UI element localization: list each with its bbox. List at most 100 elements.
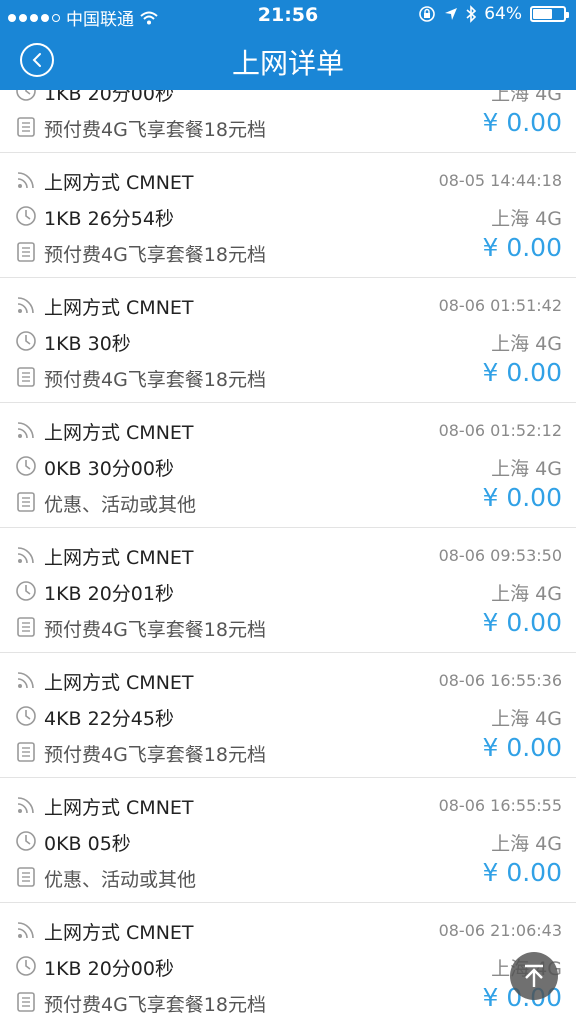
signal-feed-icon — [17, 422, 34, 439]
record-price: ¥ 0.00 — [482, 233, 562, 262]
record-plan: 预付费4G飞享套餐18元档 — [44, 744, 266, 766]
record-row-method: 上网方式 CMNET 08-06 21:06:43 — [0, 913, 576, 949]
record-plan: 预付费4G飞享套餐18元档 — [44, 619, 266, 641]
record-duration: 0KB 05秒 — [44, 833, 131, 855]
record-price: ¥ 0.00 — [482, 608, 562, 637]
record-plan: 优惠、活动或其他 — [44, 494, 197, 516]
record-row-plan: 优惠、活动或其他 ¥ 0.00 — [0, 858, 576, 896]
scroll-to-top-button[interactable] — [510, 952, 558, 1000]
record-method: 上网方式 CMNET — [44, 797, 194, 819]
battery-icon — [530, 6, 569, 22]
record-location: 上海 4G — [491, 708, 562, 730]
record-datetime: 08-06 16:55:55 — [438, 796, 562, 815]
record-duration: 1KB 20分00秒 — [44, 90, 174, 105]
record-datetime: 08-06 01:52:12 — [438, 421, 562, 440]
record-plan: 预付费4G飞享套餐18元档 — [44, 994, 266, 1016]
record-row-method: 上网方式 CMNET 08-06 16:55:55 — [0, 788, 576, 824]
list-icon — [17, 367, 35, 387]
record-row-plan: 预付费4G飞享套餐18元档 ¥ 0.00 — [0, 358, 576, 396]
record-location: 上海 4G — [491, 90, 562, 105]
record-method: 上网方式 CMNET — [44, 547, 194, 569]
orientation-lock-icon — [419, 6, 436, 22]
record-plan: 预付费4G飞享套餐18元档 — [44, 244, 266, 266]
status-right: 64% — [418, 4, 569, 24]
scroll-to-top-icon — [525, 964, 543, 987]
list-icon — [17, 742, 35, 762]
location-arrow-icon — [445, 8, 458, 20]
clock-icon — [16, 90, 36, 101]
record-row-plan: 预付费4G飞享套餐18元档 ¥ 0.00 — [0, 108, 576, 146]
record-row-plan: 优惠、活动或其他 ¥ 0.00 — [0, 483, 576, 521]
record-method: 上网方式 CMNET — [44, 672, 194, 694]
record-row-plan: 预付费4G飞享套餐18元档 ¥ 0.00 — [0, 608, 576, 646]
record-row-duration: 1KB 26分54秒 上海 4G — [0, 199, 576, 235]
record-row-plan: 预付费4G飞享套餐18元档 ¥ 0.00 — [0, 983, 576, 1021]
record-duration: 4KB 22分45秒 — [44, 708, 174, 730]
record-row-method: 上网方式 CMNET 08-05 14:44:18 — [0, 163, 576, 199]
record-datetime: 08-06 01:51:42 — [438, 296, 562, 315]
record-row-duration: 0KB 05秒 上海 4G — [0, 824, 576, 860]
record-row-duration: 1KB 30秒 上海 4G — [0, 324, 576, 360]
usage-list: 1KB 20分00秒 上海 4G 预付费4G飞享套餐18元档 ¥ 0.00 上网… — [0, 90, 576, 1024]
page-title: 上网详单 — [231, 47, 344, 80]
record-location: 上海 4G — [491, 833, 562, 855]
clock-icon — [16, 581, 36, 601]
list-icon — [17, 492, 35, 512]
list-icon — [17, 242, 35, 262]
clock-icon — [16, 331, 36, 351]
record-duration: 0KB 30分00秒 — [44, 458, 174, 480]
record-row-duration: 0KB 30分00秒 上海 4G — [0, 449, 576, 485]
usage-record[interactable]: 上网方式 CMNET 08-06 01:51:42 1KB 30秒 上海 4G … — [0, 278, 576, 403]
usage-record[interactable]: 上网方式 CMNET 08-06 21:06:43 1KB 20分00秒 上海 … — [0, 903, 576, 1024]
record-plan: 预付费4G飞享套餐18元档 — [44, 119, 266, 141]
record-location: 上海 4G — [491, 583, 562, 605]
record-method: 上网方式 CMNET — [44, 297, 194, 319]
signal-feed-icon — [17, 172, 34, 189]
record-row-duration: 1KB 20分00秒 上海 4G — [0, 949, 576, 985]
signal-feed-icon — [17, 547, 34, 564]
record-method: 上网方式 CMNET — [44, 922, 194, 944]
record-row-duration: 1KB 20分01秒 上海 4G — [0, 574, 576, 610]
record-plan: 预付费4G飞享套餐18元档 — [44, 369, 266, 391]
clock-icon — [16, 956, 36, 976]
record-row-method: 上网方式 CMNET 08-06 09:53:50 — [0, 538, 576, 574]
list-icon — [17, 867, 35, 887]
record-duration: 1KB 30秒 — [44, 333, 131, 355]
usage-record[interactable]: 上网方式 CMNET 08-05 14:44:18 1KB 26分54秒 上海 … — [0, 153, 576, 278]
clock-icon — [16, 456, 36, 476]
record-method: 上网方式 CMNET — [44, 422, 194, 444]
clock-icon — [16, 206, 36, 226]
record-method: 上网方式 CMNET — [44, 172, 194, 194]
list-icon — [17, 617, 35, 637]
record-price: ¥ 0.00 — [482, 733, 562, 762]
signal-feed-icon — [17, 797, 34, 814]
signal-feed-icon — [17, 297, 34, 314]
usage-record[interactable]: 上网方式 CMNET 08-06 16:55:55 0KB 05秒 上海 4G … — [0, 778, 576, 903]
usage-list-viewport[interactable]: 1KB 20分00秒 上海 4G 预付费4G飞享套餐18元档 ¥ 0.00 上网… — [0, 90, 576, 1024]
usage-record[interactable]: 上网方式 CMNET 08-06 01:52:12 0KB 30分00秒 上海 … — [0, 403, 576, 528]
record-price: ¥ 0.00 — [482, 358, 562, 387]
record-price: ¥ 0.00 — [482, 858, 562, 887]
record-row-method: 上网方式 CMNET 08-06 16:55:36 — [0, 663, 576, 699]
record-duration: 1KB 26分54秒 — [44, 208, 174, 230]
record-datetime: 08-05 14:44:18 — [438, 171, 562, 190]
record-row-duration: 4KB 22分45秒 上海 4G — [0, 699, 576, 735]
bluetooth-icon — [466, 5, 477, 23]
signal-feed-icon — [17, 672, 34, 689]
clock-icon — [16, 706, 36, 726]
record-plan: 优惠、活动或其他 — [44, 869, 197, 891]
usage-record[interactable]: 1KB 20分00秒 上海 4G 预付费4G飞享套餐18元档 ¥ 0.00 — [0, 90, 576, 153]
record-row-plan: 预付费4G飞享套餐18元档 ¥ 0.00 — [0, 233, 576, 271]
record-row-plan: 预付费4G飞享套餐18元档 ¥ 0.00 — [0, 733, 576, 771]
record-duration: 1KB 20分00秒 — [44, 958, 174, 980]
list-icon — [17, 992, 35, 1012]
record-datetime: 08-06 21:06:43 — [438, 921, 562, 940]
usage-record[interactable]: 上网方式 CMNET 08-06 09:53:50 1KB 20分01秒 上海 … — [0, 528, 576, 653]
record-row-duration: 1KB 20分00秒 上海 4G — [0, 90, 576, 110]
list-icon — [17, 117, 35, 137]
record-price: ¥ 0.00 — [482, 483, 562, 512]
record-row-method: 上网方式 CMNET 08-06 01:52:12 — [0, 413, 576, 449]
usage-record[interactable]: 上网方式 CMNET 08-06 16:55:36 4KB 22分45秒 上海 … — [0, 653, 576, 778]
clock-icon — [16, 831, 36, 851]
battery-percent: 64% — [484, 4, 522, 24]
